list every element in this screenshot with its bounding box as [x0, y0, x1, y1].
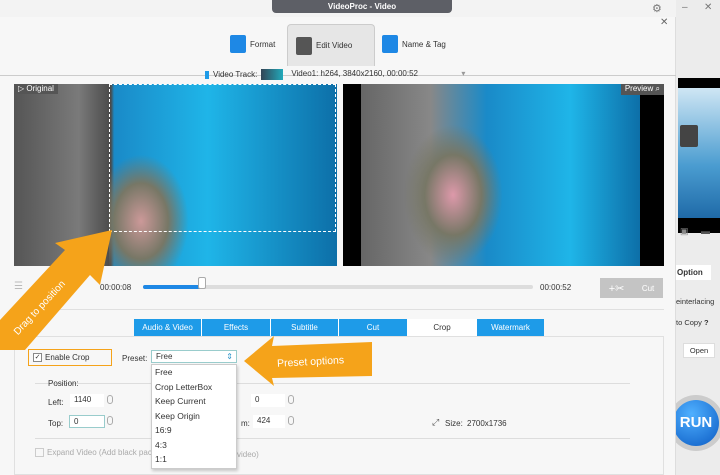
- preset-option[interactable]: Keep Current: [152, 394, 236, 409]
- preset-dropdown: Free Crop LetterBox Keep Current Keep Or…: [151, 364, 237, 469]
- preset-option[interactable]: 16:9: [152, 423, 236, 438]
- original-label: ▷ Original: [14, 84, 58, 94]
- right-spinner[interactable]: [288, 395, 294, 404]
- preview-pane: Preview ⌕: [343, 84, 664, 266]
- option-tab[interactable]: Option: [676, 265, 711, 280]
- edit-video-icon: [296, 36, 312, 55]
- tab-watermark[interactable]: Watermark: [477, 319, 544, 336]
- scissors-icon: +✂: [608, 282, 625, 295]
- help-icon[interactable]: ?: [704, 318, 709, 327]
- preset-select[interactable]: Free ⇕: [151, 350, 237, 363]
- video-track-row: Video Track: Video1: h264, 3840x2160, 00…: [205, 68, 465, 81]
- cut-button[interactable]: +✂ Cut: [600, 278, 663, 298]
- total-time: 00:00:52: [540, 283, 572, 292]
- edit-tabs: Audio & Video Effects Subtitle Cut Crop …: [134, 319, 544, 336]
- chevron-down-icon: ▾: [461, 69, 466, 78]
- name-tag-icon: [382, 35, 398, 53]
- cut-label: Cut: [641, 283, 655, 293]
- size-label: Size:: [445, 419, 463, 428]
- bottom-input[interactable]: 424: [253, 415, 285, 428]
- tab-label: Name & Tag: [402, 39, 446, 49]
- tab-cut[interactable]: Cut: [339, 319, 408, 336]
- folder-icon[interactable]: ▬: [701, 226, 710, 236]
- tab-subtitle[interactable]: Subtitle: [271, 319, 339, 336]
- left-label: Left:: [48, 398, 64, 407]
- tab-format[interactable]: Format: [230, 24, 275, 64]
- expand-label-end: video): [237, 450, 259, 459]
- settings-icon[interactable]: ⚙: [652, 2, 662, 15]
- close-dialog-button[interactable]: ✕: [660, 17, 668, 28]
- open-button[interactable]: Open: [683, 343, 715, 358]
- timeline-progress: [143, 285, 202, 289]
- preview-label: Preview ⌕: [620, 84, 664, 95]
- tab-audio-video[interactable]: Audio & Video: [134, 319, 202, 336]
- video-track-label: Video Track:: [213, 70, 258, 79]
- position-label: Position:: [48, 379, 79, 388]
- checkbox-box: [35, 448, 44, 457]
- tab-edit-video[interactable]: Edit Video: [287, 24, 375, 66]
- copy-text: to Copy: [676, 318, 702, 327]
- updown-icon: ⇕: [226, 352, 233, 361]
- timeline-handle[interactable]: [197, 277, 206, 289]
- tab-label: Edit Video: [316, 41, 353, 50]
- right-input[interactable]: 0: [251, 394, 285, 407]
- window-title: VideoProc - Video: [272, 0, 452, 13]
- preview-text: Preview: [624, 84, 654, 93]
- left-input[interactable]: 1140: [70, 394, 104, 407]
- tab-effects[interactable]: Effects: [202, 319, 271, 336]
- preset-option[interactable]: Keep Origin: [152, 409, 236, 424]
- preset-value: Free: [156, 352, 173, 361]
- minimize-button[interactable]: –: [682, 2, 688, 13]
- left-spinner[interactable]: [107, 395, 113, 404]
- top-input[interactable]: 0: [69, 415, 105, 428]
- run-label: RUN: [673, 400, 719, 446]
- tab-crop[interactable]: Crop: [408, 319, 477, 336]
- size-value: 2700x1736: [467, 419, 507, 428]
- tab-label: Format: [250, 39, 276, 49]
- background-app: ▣ ▬ Option einterlacing to Copy ? Open R…: [668, 0, 720, 475]
- zoom-icon[interactable]: ⌕: [656, 84, 660, 93]
- video-track-select[interactable]: Video1: h264, 3840x2160, 00:00:52 ▾: [287, 68, 465, 81]
- track-value: Video1: h264, 3840x2160, 00:00:52: [291, 69, 418, 78]
- camera-icon[interactable]: ▣: [680, 226, 689, 237]
- deinterlacing-label: einterlacing: [676, 297, 715, 306]
- close-window-button[interactable]: ✕: [704, 2, 712, 13]
- preset-option[interactable]: 4:3: [152, 438, 236, 453]
- size-icon: ⤢: [432, 417, 440, 427]
- expand-label: Expand Video (Add black pac: [47, 448, 152, 457]
- original-text: Original: [26, 84, 54, 93]
- track-icon: [205, 70, 209, 79]
- track-thumbnail: [261, 69, 284, 80]
- format-icon: [230, 35, 246, 53]
- top-label: Top:: [48, 419, 64, 428]
- preset-label: Preset:: [122, 354, 148, 363]
- bottom-spinner[interactable]: [288, 416, 294, 425]
- expand-video-checkbox[interactable]: Expand Video (Add black pac: [35, 448, 152, 457]
- tab-name-tag[interactable]: Name & Tag: [382, 24, 446, 64]
- preset-option[interactable]: 1:1: [152, 452, 236, 467]
- copy-label: to Copy ?: [676, 318, 709, 327]
- preset-option[interactable]: Crop LetterBox: [152, 380, 236, 395]
- preset-option[interactable]: Free: [152, 365, 236, 380]
- timeline-slider[interactable]: [143, 277, 533, 289]
- bottom-label: m:: [241, 419, 250, 428]
- crop-frame[interactable]: [109, 84, 336, 232]
- top-spinner[interactable]: [107, 416, 113, 425]
